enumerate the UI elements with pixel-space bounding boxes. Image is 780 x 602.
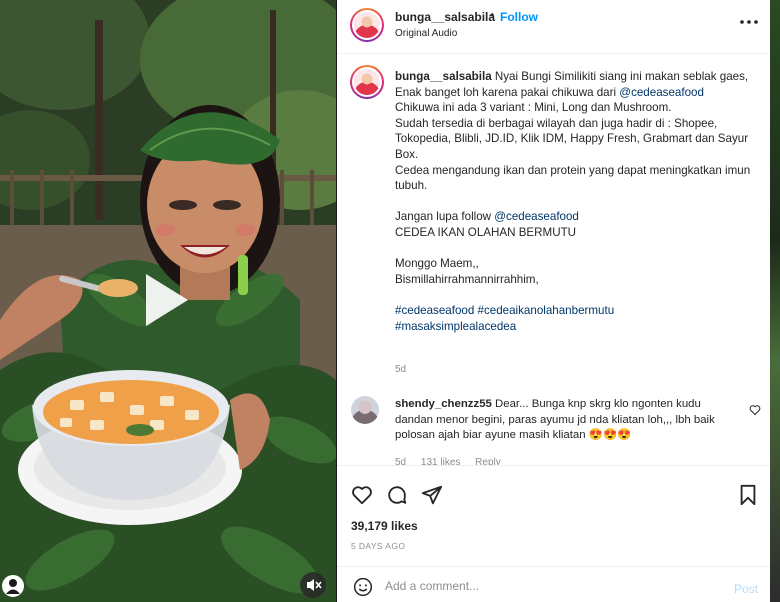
- caption-author-avatar[interactable]: [350, 65, 384, 99]
- add-comment-bar: Post: [337, 566, 770, 602]
- follow-button[interactable]: Follow: [500, 10, 538, 24]
- caption-username[interactable]: bunga__salsabila: [395, 70, 492, 83]
- caption-text-part-3: CEDEA IKAN OLAHAN BERMUTU Monggo Maem,, …: [395, 225, 577, 286]
- comment-meta: 5d 131 likes Reply: [395, 457, 513, 465]
- caption-timestamp[interactable]: 5d: [395, 364, 406, 375]
- mention-cedeaseafood-2[interactable]: @cedeaseafood: [494, 210, 579, 223]
- add-comment-input[interactable]: [385, 575, 715, 597]
- comment-text: shendy_chenzz55 Dear... Bunga knp skrg k…: [395, 397, 733, 444]
- comment-emojis: 😍😍😍: [588, 429, 632, 442]
- post-header: bunga__salsabila • Follow Original Audio: [337, 0, 770, 54]
- commenter-avatar[interactable]: [351, 396, 379, 424]
- post-details-panel: bunga__salsabila • Follow Original Audio…: [337, 0, 770, 602]
- author-username[interactable]: bunga__salsabila: [395, 10, 495, 24]
- post-date[interactable]: 5 DAYS AGO: [351, 541, 405, 551]
- commenter-username[interactable]: shendy_chenzz55: [395, 398, 492, 410]
- mention-cedeaseafood[interactable]: @cedeaseafood: [619, 86, 704, 99]
- post-actions: [337, 465, 770, 511]
- more-options-icon[interactable]: [737, 12, 761, 32]
- play-icon[interactable]: [140, 270, 192, 330]
- mute-icon[interactable]: [300, 572, 326, 598]
- author-avatar[interactable]: [350, 8, 384, 42]
- emoji-icon[interactable]: [353, 577, 373, 597]
- bookmark-icon[interactable]: [737, 484, 759, 506]
- background-page-strip: [770, 0, 780, 602]
- comment-reply-button[interactable]: Reply: [475, 457, 501, 465]
- heart-icon[interactable]: [351, 484, 373, 506]
- caption-text-part-2: Chikuwa ini ada 3 variant : Mini, Long d…: [395, 101, 751, 224]
- post-comment-button[interactable]: Post: [734, 582, 758, 596]
- audio-label[interactable]: Original Audio: [395, 28, 457, 39]
- comment-like-icon[interactable]: [749, 403, 761, 416]
- likes-count[interactable]: 39,179 likes: [351, 519, 418, 533]
- comments-scroll-area[interactable]: bunga__salsabila Nyai Bungi Similikiti s…: [337, 55, 770, 465]
- share-icon[interactable]: [421, 484, 443, 506]
- comment-time[interactable]: 5d: [395, 457, 406, 465]
- post-caption: bunga__salsabila Nyai Bungi Similikiti s…: [395, 69, 755, 334]
- instagram-post-window: bunga__salsabila • Follow Original Audio…: [0, 0, 780, 602]
- comment-icon[interactable]: [386, 484, 408, 506]
- caption-hashtags[interactable]: #cedeaseafood #cedeaikanolahanbermutu #m…: [395, 304, 614, 333]
- comment-likes[interactable]: 131 likes: [421, 457, 460, 465]
- post-video[interactable]: [0, 0, 336, 602]
- tagged-user-icon[interactable]: [2, 575, 24, 597]
- separator-dot: •: [490, 8, 495, 22]
